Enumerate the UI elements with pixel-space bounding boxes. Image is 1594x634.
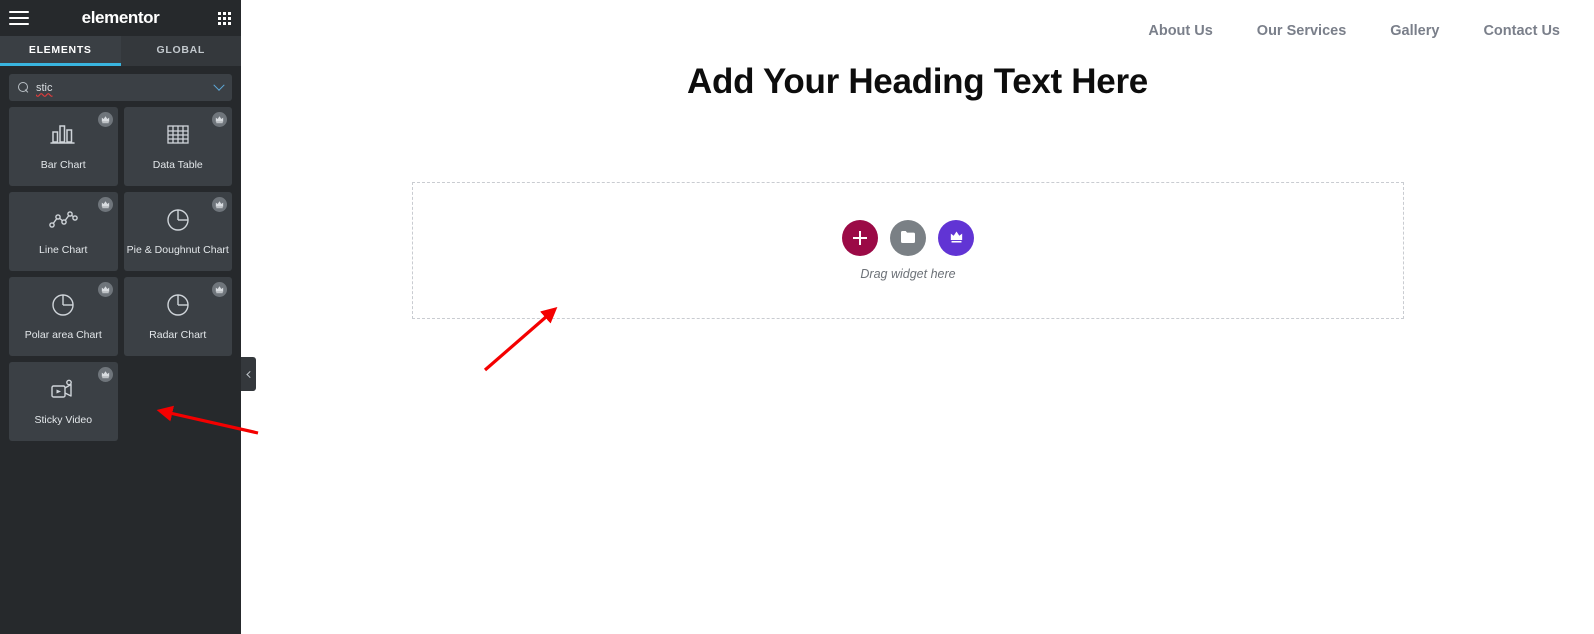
widget-label: Radar Chart <box>149 328 207 341</box>
chevron-left-icon <box>246 370 254 378</box>
widget-label: Bar Chart <box>40 158 86 171</box>
add-element-button[interactable] <box>842 220 878 256</box>
nav-link-gallery[interactable]: Gallery <box>1368 23 1461 39</box>
widget-card-bar-chart[interactable]: Bar Chart <box>9 107 118 186</box>
pro-badge-icon <box>212 197 227 212</box>
tab-elements[interactable]: ELEMENTS <box>0 36 121 66</box>
elementor-widget-panel: elementor ELEMENTS GLOBAL stic Bar Chart… <box>0 0 241 634</box>
data-table-icon <box>164 122 192 148</box>
polar-area-chart-icon <box>50 292 76 318</box>
widget-label: Polar area Chart <box>24 328 102 341</box>
dropzone-action-buttons <box>842 220 974 256</box>
widget-label: Pie & Doughnut Chart <box>126 243 229 256</box>
page-preview-canvas: About Us Our Services Gallery Contact Us… <box>241 0 1594 634</box>
pro-badge-icon <box>948 228 965 248</box>
pro-badge-icon <box>97 367 113 382</box>
panel-header: elementor <box>0 0 241 36</box>
ai-builder-button[interactable] <box>938 220 974 256</box>
widget-label: Sticky Video <box>34 413 93 426</box>
dropzone-label: Drag widget here <box>860 267 956 281</box>
pro-badge-icon <box>97 112 113 127</box>
pie-chart-icon <box>165 207 191 233</box>
radar-chart-icon <box>165 292 191 318</box>
widget-label: Data Table <box>152 158 203 171</box>
search-input-value: stic <box>36 81 53 94</box>
page-title[interactable]: Add Your Heading Text Here <box>241 62 1594 102</box>
nav-link-contact-us[interactable]: Contact Us <box>1461 23 1582 39</box>
grid-apps-icon[interactable] <box>218 11 231 25</box>
widget-dropzone[interactable]: Drag widget here <box>412 182 1404 319</box>
pro-badge-icon <box>97 282 113 297</box>
bar-chart-icon <box>49 122 77 148</box>
plus-icon <box>853 231 867 245</box>
pro-badge-icon <box>212 112 227 127</box>
add-template-button[interactable] <box>890 220 926 256</box>
search-input[interactable]: stic <box>9 74 232 101</box>
widget-card-polar-area-chart[interactable]: Polar area Chart <box>9 277 118 356</box>
elementor-logo-text: elementor <box>81 8 160 27</box>
widget-label: Line Chart <box>39 243 88 256</box>
chevron-down-icon[interactable] <box>213 79 225 91</box>
elementor-editor-window: elementor ELEMENTS GLOBAL stic Bar Chart… <box>0 0 1594 634</box>
nav-link-about-us[interactable]: About Us <box>1126 23 1234 39</box>
hamburger-icon[interactable] <box>9 11 29 25</box>
widget-card-radar-chart[interactable]: Radar Chart <box>123 277 232 356</box>
search-icon <box>18 82 29 93</box>
sticky-video-icon <box>48 377 78 403</box>
nav-link-our-services[interactable]: Our Services <box>1235 23 1368 39</box>
line-chart-icon <box>48 207 79 233</box>
widget-card-line-chart[interactable]: Line Chart <box>9 192 118 271</box>
widget-grid: Bar Chart Data Table Line Chart Pie & Do… <box>0 107 241 441</box>
widget-card-data-table[interactable]: Data Table <box>123 107 232 186</box>
panel-collapse-button[interactable] <box>241 357 256 391</box>
widget-card-sticky-video[interactable]: Sticky Video <box>9 362 118 441</box>
panel-tabs: ELEMENTS GLOBAL <box>0 36 241 66</box>
search-container: stic <box>0 66 241 107</box>
widget-card-pie-doughnut-chart[interactable]: Pie & Doughnut Chart <box>123 192 232 271</box>
pro-badge-icon <box>212 282 227 297</box>
site-navigation: About Us Our Services Gallery Contact Us <box>1126 0 1594 62</box>
folder-icon <box>900 230 916 247</box>
tab-global[interactable]: GLOBAL <box>120 36 241 66</box>
pro-badge-icon <box>97 197 113 212</box>
